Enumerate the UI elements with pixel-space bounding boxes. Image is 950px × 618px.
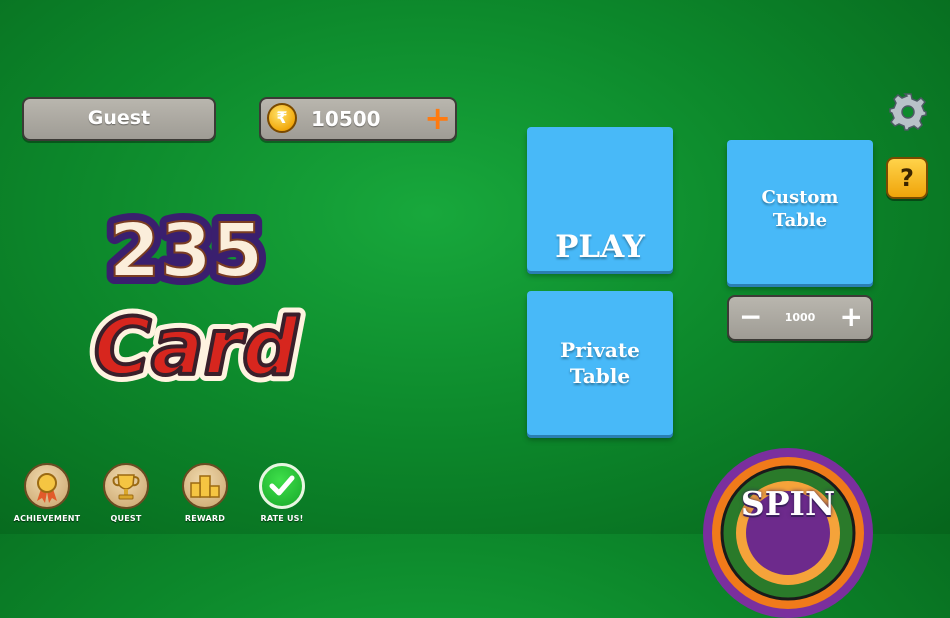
spin-wheel-button[interactable]: [703, 448, 873, 618]
medal-icon: [24, 463, 70, 509]
reward-button[interactable]: REWARD: [168, 463, 242, 523]
coin-icon: ₹: [267, 103, 297, 133]
rate-us-label: RATE US!: [260, 514, 304, 523]
rate-us-button[interactable]: RATE US!: [245, 463, 319, 523]
play-button[interactable]: PLAY: [527, 127, 673, 271]
reward-label: REWARD: [184, 514, 226, 523]
play-label: PLAY: [555, 229, 645, 265]
achievement-button[interactable]: ACHIEVEMENT: [10, 463, 84, 523]
add-coins-button[interactable]: +: [424, 99, 451, 137]
gear-icon[interactable]: [888, 92, 928, 132]
logo-word: Card: [94, 303, 299, 393]
player-name-pill[interactable]: Guest: [22, 97, 216, 141]
increase-bet-button[interactable]: +: [840, 297, 863, 337]
game-logo: 235 235 Card Card: [88, 200, 306, 400]
help-button[interactable]: ?: [886, 157, 928, 199]
checkmark-icon: [259, 463, 305, 509]
coin-balance-pill[interactable]: ₹ 10500 +: [259, 97, 457, 141]
trophy-icon: [103, 463, 149, 509]
player-name: Guest: [87, 107, 151, 129]
custom-table-label: Custom Table: [761, 187, 839, 232]
bet-amount-stepper: − 1000 +: [727, 295, 873, 341]
spin-label: SPIN: [740, 484, 836, 523]
quest-label: QUEST: [110, 514, 142, 523]
coin-balance: 10500: [311, 107, 381, 131]
logo-number: 235: [109, 208, 263, 294]
private-table-label: Private Table: [560, 338, 640, 388]
quest-button[interactable]: QUEST: [89, 463, 163, 523]
achievement-label: ACHIEVEMENT: [13, 514, 81, 523]
podium-icon: [182, 463, 228, 509]
private-table-button[interactable]: Private Table: [527, 291, 673, 435]
custom-table-button[interactable]: Custom Table: [727, 140, 873, 284]
